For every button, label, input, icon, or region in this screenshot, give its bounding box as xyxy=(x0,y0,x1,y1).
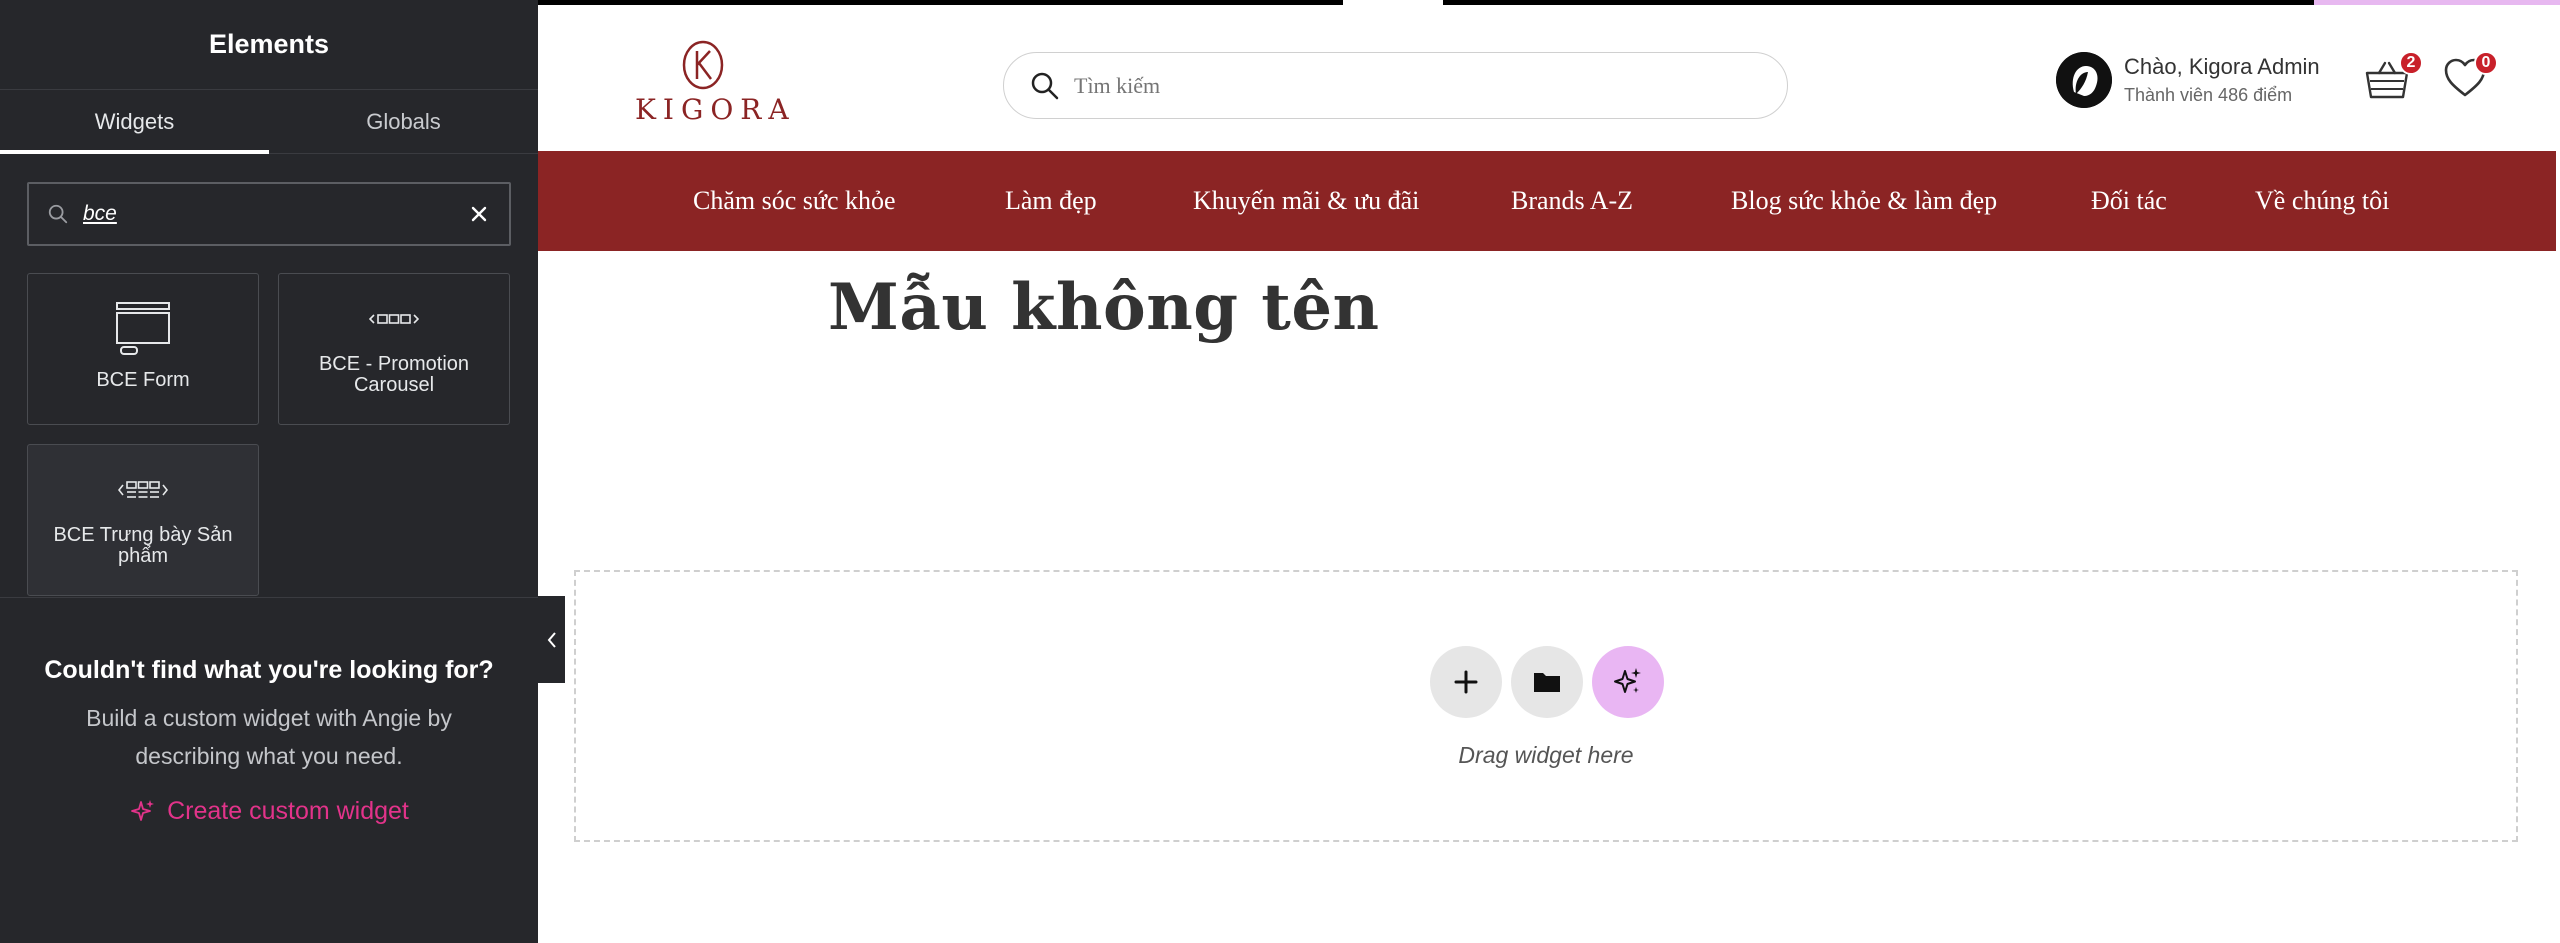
create-custom-widget-link[interactable]: Create custom widget xyxy=(129,797,409,826)
search-icon xyxy=(48,204,68,224)
sparkle-icon xyxy=(131,799,155,821)
search-icon xyxy=(1031,72,1059,99)
carousel-icon xyxy=(369,314,419,324)
elements-panel: Elements Widgets Globals BCE Form xyxy=(0,0,538,943)
site-header: KIGORA Chào, Kigora Admin Thành viên 486… xyxy=(538,5,2556,151)
clear-search-icon[interactable] xyxy=(467,202,491,226)
tab-widgets[interactable]: Widgets xyxy=(0,90,269,154)
panel-header: Elements xyxy=(0,0,538,90)
site-search-input[interactable] xyxy=(1074,72,1724,99)
create-custom-widget-label: Create custom widget xyxy=(167,797,409,825)
site-search xyxy=(1003,52,1788,119)
add-template-button[interactable] xyxy=(1511,646,1583,718)
nav-beauty[interactable]: Làm đẹp xyxy=(1005,186,1097,216)
product-display-icon xyxy=(118,481,168,498)
widget-bce-promotion-carousel[interactable]: BCE - Promotion Carousel xyxy=(278,273,510,425)
tab-globals[interactable]: Globals xyxy=(269,90,538,153)
collapse-panel-button[interactable] xyxy=(538,596,565,683)
nav-blog[interactable]: Blog sức khỏe & làm đẹp xyxy=(1731,186,1997,216)
widget-bce-form[interactable]: BCE Form xyxy=(27,273,259,425)
not-found-description: Build a custom widget with Angie by desc… xyxy=(86,705,452,769)
nav-about-us[interactable]: Về chúng tôi xyxy=(2255,186,2389,216)
sparkle-icon xyxy=(1614,668,1641,693)
nav-health-care[interactable]: Chăm sóc sức khỏe xyxy=(693,186,896,216)
nav-partners[interactable]: Đối tác xyxy=(2091,186,2167,216)
folder-icon xyxy=(1534,673,1560,692)
user-greeting: Chào, Kigora Admin xyxy=(2124,54,2320,79)
add-section-button[interactable] xyxy=(1430,646,1502,718)
widget-search-input[interactable] xyxy=(83,202,467,226)
wishlist-button[interactable]: 0 xyxy=(2442,51,2498,105)
avatar xyxy=(2056,52,2112,108)
dropzone-hint: Drag widget here xyxy=(1458,742,1634,768)
widget-search xyxy=(27,182,511,246)
cart-button[interactable]: 2 xyxy=(2363,51,2423,107)
chevron-left-icon xyxy=(547,631,556,648)
widget-label: BCE Trưng bày Sản phẩm xyxy=(53,524,233,567)
cart-count-badge: 2 xyxy=(2399,51,2423,75)
nav-brands[interactable]: Brands A-Z xyxy=(1511,186,1633,216)
plus-icon xyxy=(1454,670,1478,694)
not-found-section: Couldn't find what you're looking for? B… xyxy=(0,597,538,943)
user-avatar-icon xyxy=(2056,52,2112,108)
widget-label: BCE - Promotion Carousel xyxy=(318,353,470,396)
wishlist-count-badge: 0 xyxy=(2474,51,2498,75)
widget-bce-product-display[interactable]: BCE Trưng bày Sản phẩm xyxy=(27,444,259,596)
logo-text: KIGORA xyxy=(635,93,796,126)
form-icon xyxy=(116,302,170,355)
page-title[interactable]: Mẫu không tên xyxy=(828,270,1380,345)
widget-dropzone[interactable]: Drag widget here xyxy=(574,570,2518,842)
panel-tabs: Widgets Globals xyxy=(0,90,538,154)
not-found-title: Couldn't find what you're looking for? xyxy=(44,656,494,684)
site-nav: Chăm sóc sức khỏe Làm đẹp Khuyến mãi & ư… xyxy=(538,151,2556,251)
widget-label: BCE Form xyxy=(96,369,190,391)
user-points: Thành viên 486 điểm xyxy=(2124,85,2293,105)
ai-generate-button[interactable] xyxy=(1592,646,1664,718)
nav-promotions[interactable]: Khuyến mãi & ưu đãi xyxy=(1193,186,1419,216)
user-account[interactable]: Chào, Kigora Admin Thành viên 486 điểm xyxy=(2056,52,2320,108)
panel-title: Elements xyxy=(208,29,330,59)
